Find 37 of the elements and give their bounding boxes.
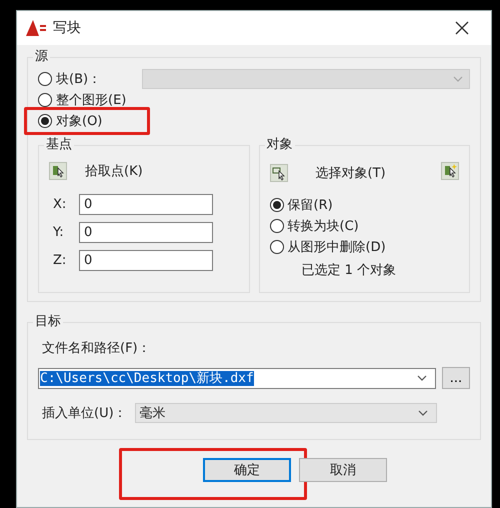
units-label: 插入单位(U)： bbox=[42, 405, 127, 422]
coordinate-field[interactable]: 0 bbox=[79, 222, 213, 243]
radio-label: 从图形中删除(D) bbox=[288, 238, 386, 256]
coordinate-field[interactable]: 0 bbox=[79, 194, 213, 215]
dialog-button[interactable]: 取消 bbox=[299, 458, 387, 482]
chevron-down-icon bbox=[453, 76, 463, 82]
radio-button[interactable] bbox=[38, 92, 52, 106]
selection-count: 已选定 1 个对象 bbox=[302, 262, 398, 279]
file-path-field[interactable]: C:\Users\cc\Desktop\新块.dxf bbox=[38, 368, 436, 388]
close-icon[interactable] bbox=[455, 21, 469, 35]
app-logo-icon bbox=[25, 19, 47, 37]
coordinate-field[interactable]: 0 bbox=[79, 250, 213, 271]
dialog-button[interactable]: 确定 bbox=[203, 458, 291, 482]
radio-label: 整个图形(E) bbox=[56, 92, 126, 108]
radio-label: 保留(R) bbox=[288, 196, 333, 214]
chevron-down-icon bbox=[418, 410, 428, 416]
radio-label: 对象(O) bbox=[56, 112, 102, 130]
radio-button[interactable] bbox=[270, 240, 284, 254]
pick-point-button[interactable]: 拾取点(K) bbox=[85, 162, 143, 180]
axis-label: Y: bbox=[53, 225, 65, 240]
radio-button[interactable] bbox=[270, 218, 284, 232]
units-dropdown[interactable]: 毫米 bbox=[134, 403, 437, 423]
select-objects-icon[interactable] bbox=[270, 164, 288, 182]
radio-button[interactable] bbox=[38, 72, 52, 86]
chevron-down-icon bbox=[417, 375, 427, 381]
window-title: 写块 bbox=[53, 19, 82, 37]
browse-button[interactable]: ... bbox=[442, 367, 470, 389]
file-path-label: 文件名和路径(F)： bbox=[42, 340, 152, 357]
pick-point-icon[interactable] bbox=[49, 162, 67, 180]
radio-label: 转换为块(C) bbox=[288, 218, 359, 234]
select-objects-button[interactable]: 选择对象(T) bbox=[316, 164, 386, 182]
radio-button[interactable] bbox=[38, 114, 52, 128]
radio-button[interactable] bbox=[270, 198, 284, 212]
axis-label: Z: bbox=[53, 253, 68, 268]
radio-label: 块(B)： bbox=[56, 70, 102, 88]
quick-select-icon[interactable] bbox=[441, 162, 459, 180]
axis-label: X: bbox=[53, 197, 68, 212]
